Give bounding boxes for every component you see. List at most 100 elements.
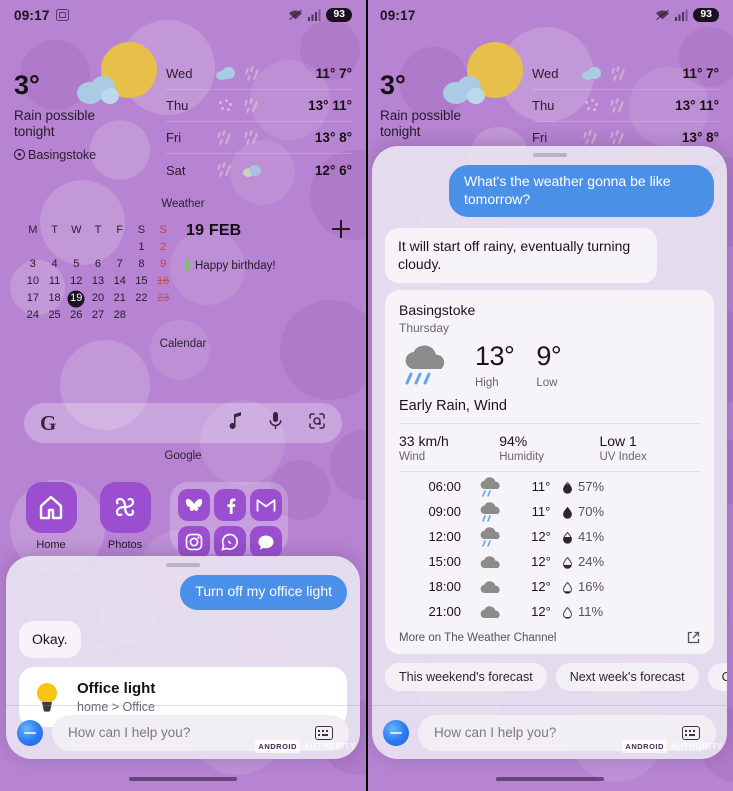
calendar-day-21[interactable]: 21 xyxy=(109,290,131,307)
forecast-temps: 13° 8° xyxy=(681,130,719,145)
weather-widget[interactable]: 3° Rain possible tonight Basingstoke Wed… xyxy=(0,42,366,210)
cloud-icon xyxy=(216,67,236,80)
assistant-input-placeholder: How can I help you? xyxy=(68,725,191,740)
calendar-day-20[interactable]: 20 xyxy=(87,290,109,307)
more-link-row[interactable]: More on The Weather Channel xyxy=(399,624,700,646)
gmail-icon xyxy=(250,489,282,521)
partly-sunny-icon xyxy=(435,36,527,128)
cloud-icon xyxy=(480,606,500,618)
high-temp-block: 13° High xyxy=(475,343,515,390)
suggestion-chips: This weekend's forecast Next week's forec… xyxy=(372,654,727,697)
calendar-day-7[interactable]: 7 xyxy=(109,256,131,273)
rain-icon xyxy=(244,65,263,82)
hourly-row: 18:00 12° 16% xyxy=(399,574,700,599)
calendar-week-row: 10 11 12 13 14 15 16 xyxy=(22,273,174,290)
calendar-day-13[interactable]: 13 xyxy=(87,273,109,290)
cloud-icon xyxy=(480,581,500,593)
calendar-day-12[interactable]: 12 xyxy=(65,273,87,290)
keyboard-icon[interactable] xyxy=(315,725,333,740)
calendar-day-24[interactable]: 24 xyxy=(22,307,44,324)
hour-icon xyxy=(461,501,519,523)
weather-result-card[interactable]: Basingstoke Thursday 13° High 9° Low Ear… xyxy=(385,290,714,655)
calendar-day-22[interactable]: 22 xyxy=(131,290,153,307)
calendar-day-28[interactable]: 28 xyxy=(109,307,131,324)
music-note-icon[interactable] xyxy=(229,412,243,434)
app-folder[interactable] xyxy=(170,482,288,558)
suggestion-chip-2[interactable]: Conv xyxy=(707,663,727,692)
google-search-bar[interactable]: G xyxy=(24,403,342,443)
calendar-day-14[interactable]: 14 xyxy=(109,273,131,290)
calendar-day-17[interactable]: 17 xyxy=(22,290,44,307)
hour-precip: 11% xyxy=(562,604,603,619)
rain-icon xyxy=(609,129,628,146)
hour-icon xyxy=(461,553,519,571)
status-bar-right: 93 xyxy=(655,7,719,23)
calendar-day-15[interactable]: 15 xyxy=(131,273,153,290)
forecast-day: Sat xyxy=(166,162,186,178)
assistant-orb-icon[interactable] xyxy=(17,719,43,746)
status-bar: 09:17 93 xyxy=(366,0,733,30)
calendar-day-9[interactable]: 9 xyxy=(152,256,174,273)
home-gesture-pill[interactable] xyxy=(129,777,237,781)
calendar-weeks: 1 2 3 4 5 6 7 8 9 10 11 12 13 14 15 16 17 18 19 20 21 22 23 24 2… xyxy=(22,239,174,324)
calendar-day-23[interactable]: 23 xyxy=(152,290,174,307)
calendar-day-3[interactable]: 3 xyxy=(22,256,44,273)
home-gesture-pill[interactable] xyxy=(495,777,604,781)
calendar-event[interactable]: Happy birthday! xyxy=(186,259,344,272)
calendar-widget[interactable]: MTWTFSS 1 2 3 4 5 6 7 8 9 10 11 12 13 14 15 16 17 18 19 20 2… xyxy=(0,220,366,350)
assistant-orb-icon[interactable] xyxy=(383,719,409,746)
calendar-day-19[interactable]: 19 xyxy=(65,290,87,307)
plus-icon[interactable] xyxy=(332,220,350,238)
hour-precip: 70% xyxy=(562,504,604,519)
calendar-day-5[interactable]: 5 xyxy=(65,256,87,273)
calendar-day-11[interactable]: 11 xyxy=(44,273,66,290)
calendar-day-16[interactable]: 16 xyxy=(152,273,174,290)
calendar-day-empty xyxy=(65,239,87,256)
event-color-bar xyxy=(186,259,189,272)
messages-icon xyxy=(250,526,282,558)
screenshot-stage: 09:17 93 3° Rain possible tonight Basing… xyxy=(0,0,733,791)
navigation-bar xyxy=(366,759,733,791)
calendar-detail: 19 FEB Happy birthday! xyxy=(174,220,350,324)
device-name: Office light xyxy=(77,680,156,698)
calendar-day-10[interactable]: 10 xyxy=(22,273,44,290)
suggestion-chip-1[interactable]: Next week's forecast xyxy=(555,663,699,692)
calendar-weekday-6: S xyxy=(159,224,167,236)
rain-icon xyxy=(216,161,235,178)
hour-precip-value: 41% xyxy=(578,529,605,545)
watermark: ANDROID AUTHORITY xyxy=(255,740,356,753)
calendar-day-8[interactable]: 8 xyxy=(131,256,153,273)
forecast-day: Wed xyxy=(532,66,559,81)
water-drop-icon xyxy=(562,506,573,519)
microphone-icon[interactable] xyxy=(269,411,282,435)
hour-temp: 12° xyxy=(531,529,551,545)
result-day: Thursday xyxy=(399,321,450,336)
calendar-day-2[interactable]: 2 xyxy=(152,239,174,256)
app-label-photos: Photos xyxy=(107,539,143,551)
forecast-icons xyxy=(578,65,683,82)
hourly-forecast: 06:00 11° 57% 09:00 11° 70% 12:00 12° 41% 15:00 12… xyxy=(399,472,700,624)
calendar-day-18[interactable]: 18 xyxy=(44,290,66,307)
instagram-icon xyxy=(178,526,210,558)
external-link-icon[interactable] xyxy=(687,631,700,644)
forecast-temps: 13° 11° xyxy=(308,98,352,113)
app-photos[interactable]: Photos xyxy=(96,482,154,551)
calendar-day-4[interactable]: 4 xyxy=(44,256,66,273)
app-home[interactable]: Home xyxy=(22,482,80,551)
stat-label: Humidity xyxy=(499,451,544,464)
calendar-day-25[interactable]: 25 xyxy=(44,307,66,324)
calendar-day-empty xyxy=(109,239,131,256)
calendar-weekday-0: M xyxy=(28,224,38,236)
calendar-day-26[interactable]: 26 xyxy=(65,307,87,324)
calendar-week-row: 17 18 19 20 21 22 23 xyxy=(22,290,174,307)
google-lens-icon[interactable] xyxy=(308,412,326,435)
calendar-day-27[interactable]: 27 xyxy=(87,307,109,324)
calendar-day-6[interactable]: 6 xyxy=(87,256,109,273)
suggestion-chip-0[interactable]: This weekend's forecast xyxy=(385,663,547,692)
keyboard-icon[interactable] xyxy=(682,725,700,740)
watermark-suffix: AUTHORITY xyxy=(303,742,356,751)
hour-temp: 11° xyxy=(531,479,551,495)
hour-precip-value: 57% xyxy=(578,479,605,495)
weather-current: 3° Rain possible tonight xyxy=(380,42,532,141)
calendar-day-1[interactable]: 1 xyxy=(131,239,153,256)
